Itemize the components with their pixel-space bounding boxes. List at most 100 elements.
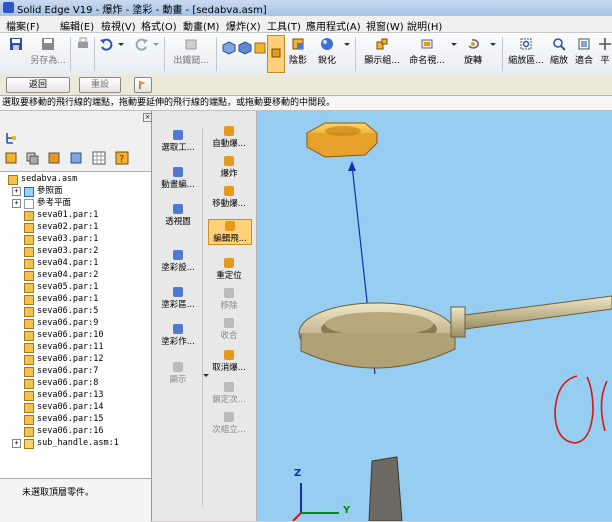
tool-collapse[interactable]: 收合 [208, 317, 250, 341]
assembly-tree-icon[interactable] [4, 131, 18, 145]
name-view-dropdown[interactable] [450, 41, 458, 51]
zoom-area-button[interactable]: 縮放區... [507, 37, 545, 66]
shaded-edges-button[interactable] [267, 35, 285, 73]
view-iso-button[interactable] [222, 41, 236, 55]
layers-icon[interactable] [25, 151, 39, 165]
part-icon [24, 379, 34, 389]
chevron-down-icon [344, 43, 350, 46]
separator [70, 37, 71, 71]
grid-icon[interactable] [92, 151, 106, 165]
zoom-button[interactable]: 縮放 [548, 37, 570, 66]
feature-library-icon[interactable] [47, 151, 61, 165]
redo-dropdown[interactable] [152, 41, 160, 51]
part-icon [24, 391, 34, 401]
chevron-down-icon[interactable] [202, 373, 210, 379]
expand-icon[interactable]: + [12, 199, 21, 208]
expand-icon[interactable]: + [12, 439, 21, 448]
name-view-label: 命名視... [409, 56, 445, 66]
menu-applications[interactable]: 應用程式(A) [306, 18, 361, 33]
tool-arrow-select[interactable]: 選取工... [156, 129, 200, 153]
export-button[interactable]: 出鐵鎚... [170, 37, 212, 66]
redo-button[interactable] [135, 37, 149, 51]
menu-help[interactable]: 說明(H) [407, 18, 442, 33]
tree-item-label: 參考平面 [37, 198, 72, 208]
hex-nut-part[interactable] [306, 122, 378, 158]
tool-render-area[interactable]: 塗彩區... [156, 286, 200, 310]
tool-label: 塗彩設... [161, 263, 195, 273]
tool-sub-assembly[interactable]: 次組立... [208, 411, 250, 435]
menu-window[interactable]: 視窗(W) [366, 18, 404, 33]
menu-file[interactable]: 檔案(F) [6, 18, 40, 33]
tool-unexplode[interactable]: 取消爆... [208, 349, 250, 373]
undo-button[interactable] [99, 37, 113, 51]
save-button[interactable] [9, 37, 22, 51]
sharpen-label: 銳化 [317, 56, 336, 66]
reposition-icon [224, 258, 234, 268]
tree-item-label: seva01.par:1 [37, 210, 99, 220]
menu-tools[interactable]: 工具(T) [267, 18, 301, 33]
perspective-icon [173, 204, 183, 214]
pan-button[interactable]: 平 [598, 37, 612, 66]
tool-render-settings[interactable]: 塗彩設... [156, 249, 200, 273]
separator [216, 37, 217, 71]
tool-animation-editor[interactable]: 動畫編... [156, 166, 200, 190]
save-icon [10, 38, 22, 50]
expand-icon[interactable]: + [12, 187, 21, 196]
view-style-button[interactable] [253, 41, 266, 55]
sub-assembly-icon [224, 412, 234, 422]
view-front-button[interactable] [238, 41, 252, 55]
flag-button[interactable] [134, 77, 152, 93]
zoom-label: 縮放 [549, 56, 568, 66]
printer-icon [78, 37, 88, 48]
tool-edit-flyline[interactable]: 編輯飛... [208, 219, 252, 245]
status-box: 未選取頂層零件。 [0, 478, 151, 522]
rotate-dropdown[interactable] [489, 41, 497, 51]
fit-button[interactable]: 適合 [573, 37, 595, 66]
back-button[interactable]: 返回 [6, 77, 70, 93]
handle-part[interactable] [368, 456, 403, 521]
tool-perspective[interactable]: 透視圖 [156, 203, 200, 227]
tool-auto-explode[interactable]: 自動爆... [208, 125, 250, 149]
tool-render-job[interactable]: 塗彩作... [156, 323, 200, 347]
undo-dropdown[interactable] [117, 41, 125, 51]
display-components-button[interactable]: 顯示組... [362, 37, 402, 66]
ribbon-toolbar: 另存為... 出鐵鎚... 陰影 銳化 顯示組... 命名視... 旋轉 縮放區… [0, 33, 612, 76]
parts-library-icon[interactable] [4, 151, 18, 165]
3d-viewport[interactable]: Z Y [257, 111, 612, 521]
edit-flyline-icon [225, 221, 235, 231]
menu-edit[interactable]: 編輯(E) [60, 18, 94, 33]
redo-reset-button[interactable]: 重設 [79, 77, 121, 93]
tool-lock-sub[interactable]: 鎖定次... [208, 381, 250, 405]
axis-y-label: Y [343, 505, 351, 516]
tool-display[interactable]: 顯示 [156, 361, 200, 385]
menu-explode[interactable]: 爆炸(X) [226, 18, 261, 33]
tool-move-explode[interactable]: 移動爆... [208, 185, 250, 209]
tool-label: 選取工... [161, 143, 195, 153]
help-icon[interactable]: ? [115, 151, 129, 165]
tool-remove[interactable]: 移除 [208, 287, 250, 311]
save-as-button[interactable]: 另存為... [28, 37, 68, 66]
sharpen-dropdown[interactable] [343, 41, 351, 51]
tool-reposition[interactable]: 重定位 [208, 257, 250, 281]
menu-format[interactable]: 格式(O) [141, 18, 177, 33]
tree-item-label: seva06.par:15 [37, 414, 104, 424]
lock-sub-icon [224, 382, 234, 392]
name-view-button[interactable]: 命名視... [405, 37, 449, 66]
eye-ring-part[interactable] [298, 302, 456, 369]
shaft-part[interactable] [450, 295, 612, 338]
sensors-icon[interactable] [69, 151, 83, 165]
print-button[interactable] [76, 37, 90, 51]
tool-explode[interactable]: 爆炸 [208, 155, 250, 179]
menu-animation[interactable]: 動畫(M) [183, 18, 219, 33]
red-markup [554, 375, 608, 444]
tree-item-label: seva06.par:7 [37, 366, 99, 376]
redo-icon [135, 38, 148, 51]
pan-label: 平 [600, 56, 610, 66]
tool-label: 顯示 [169, 375, 187, 385]
shading-button[interactable]: 陰影 [287, 37, 309, 66]
menu-view[interactable]: 檢視(V) [101, 18, 136, 33]
pane-close-button[interactable]: × [143, 113, 152, 122]
part-icon [24, 283, 34, 293]
sharpen-button[interactable]: 銳化 [315, 37, 339, 66]
rotate-button[interactable]: 旋轉 [462, 37, 484, 66]
